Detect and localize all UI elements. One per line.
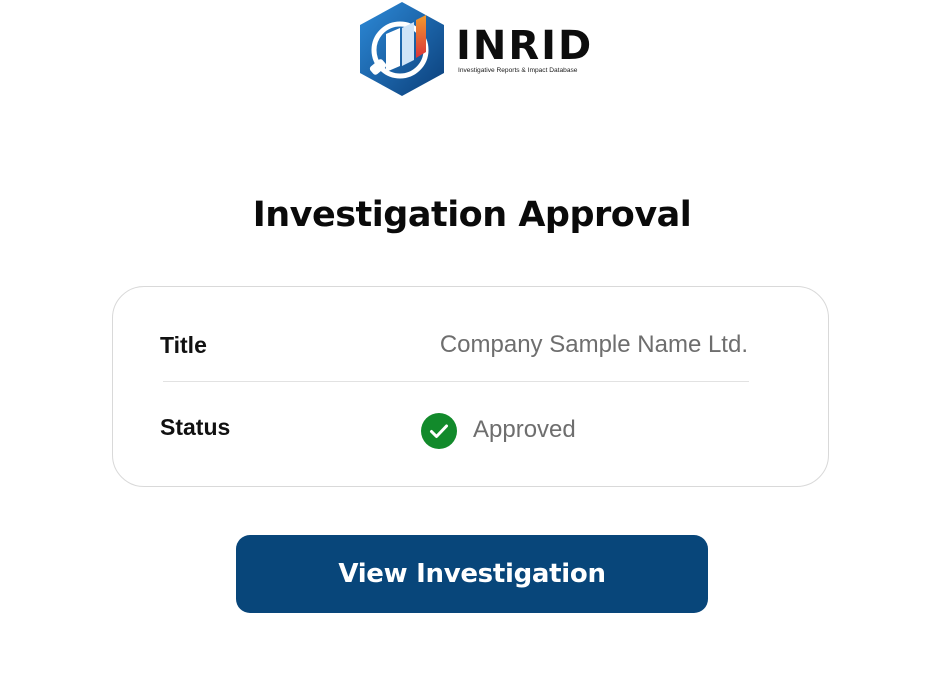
inrid-logo-icon [360,2,444,96]
status-value: Approved [473,416,576,443]
row-divider [163,381,749,382]
page-title: Investigation Approval [252,195,692,235]
view-investigation-button[interactable]: View Investigation [236,535,708,613]
check-circle-icon [421,413,457,449]
title-value: Company Sample Name Ltd. [439,331,748,358]
investigation-details-card: Title Company Sample Name Ltd. Status Ap… [112,286,829,487]
status-label: Status [160,414,231,440]
title-label: Title [160,332,207,358]
brand-tagline: Investigative Reports & Impact Database [458,67,578,74]
brand-logo: INRID Investigative Reports & Impact Dat… [356,0,591,98]
brand-name: INRID [456,23,594,69]
